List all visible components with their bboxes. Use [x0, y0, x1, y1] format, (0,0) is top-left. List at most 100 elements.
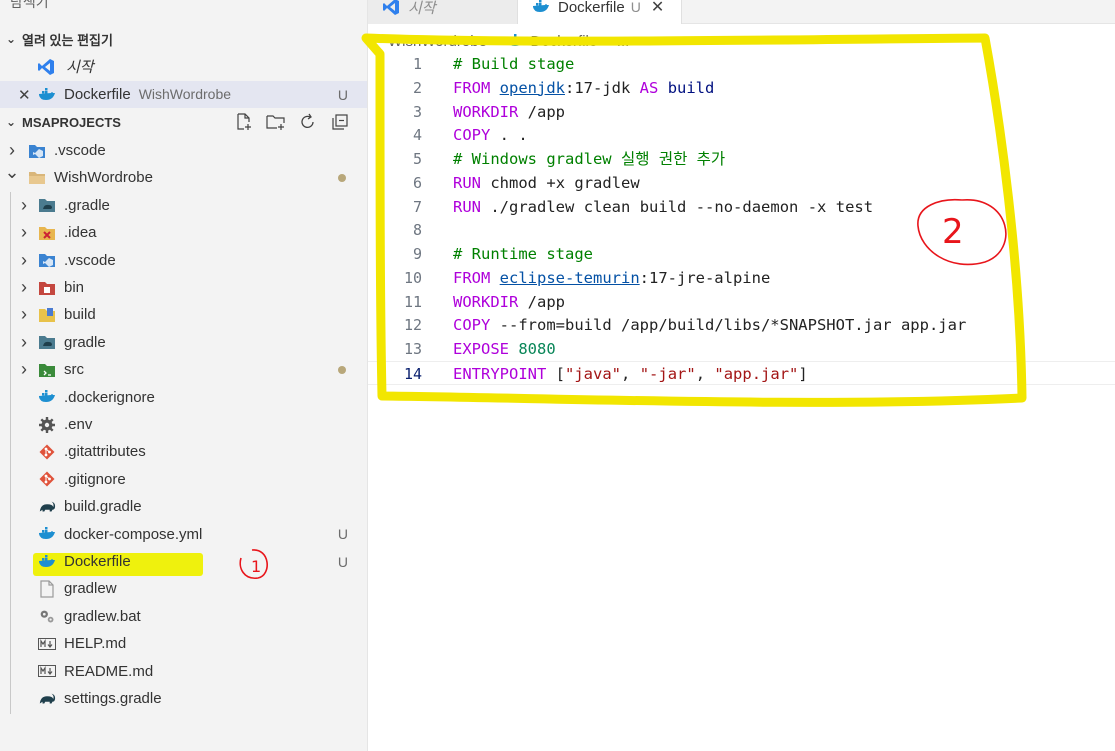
open-editor-item-dockerfile[interactable]: ✕ Dockerfile WishWordrobe U: [0, 81, 367, 108]
tree-item[interactable]: .dockerignore: [0, 384, 367, 411]
line-number: 9: [412, 245, 422, 263]
code-line[interactable]: 10 FROM eclipse-temurin:17-jre-alpine: [368, 266, 1115, 290]
docker-icon: [38, 86, 56, 104]
code-line[interactable]: 7 RUN ./gradlew clean build --no-daemon -…: [368, 195, 1115, 219]
gradle-icon: [38, 498, 56, 516]
chevron-right-icon[interactable]: ›: [16, 359, 32, 380]
tree-item[interactable]: › .vscode: [0, 137, 367, 164]
tree-item[interactable]: settings.gradle: [0, 685, 367, 712]
chevron-down-icon: ⌄: [5, 32, 17, 46]
code-text: EXPOSE 8080: [453, 340, 556, 358]
vscode-icon: [382, 0, 400, 16]
code-line[interactable]: 9 # Runtime stage: [368, 242, 1115, 266]
tree-item[interactable]: .gitignore: [0, 466, 367, 493]
bin-folder-icon: [38, 279, 56, 297]
project-header[interactable]: ⌄ MSAPROJECTS: [0, 109, 367, 135]
tree-item[interactable]: gradlew: [0, 575, 367, 602]
close-icon[interactable]: ✕: [651, 0, 664, 17]
open-editors-header[interactable]: ⌄ 열려 있는 편집기: [0, 26, 367, 52]
line-number: 2: [412, 78, 422, 97]
breadcrumb-symbols[interactable]: ...: [617, 33, 630, 50]
chevron-right-icon[interactable]: ›: [16, 222, 32, 243]
explorer-sidebar: 탐색기 ··· ⌄ 열려 있는 편집기 시작 ✕ Dockerfile WishW…: [0, 0, 368, 751]
code-line[interactable]: 14 ENTRYPOINT ["java", "-jar", "app.jar"]: [368, 360, 1115, 385]
gradle-folder-icon: [38, 196, 56, 214]
chevron-right-icon: >: [492, 33, 501, 49]
open-editors-title: 열려 있는 편집기: [22, 32, 113, 48]
open-editor-item-start[interactable]: 시작: [0, 53, 367, 80]
new-file-icon[interactable]: [234, 112, 254, 132]
line-number: 14: [403, 364, 422, 383]
code-line[interactable]: 1 # Build stage: [368, 52, 1115, 76]
tree-item[interactable]: › .gradle: [0, 192, 367, 219]
tree-item-label: .vscode: [64, 251, 116, 269]
code-text: WORKDIR /app: [453, 292, 565, 311]
tree-item-label: .gitattributes: [64, 443, 146, 461]
chevron-right-icon[interactable]: ›: [16, 304, 32, 325]
code-text: WORKDIR /app: [453, 102, 565, 121]
code-line[interactable]: 2 FROM openjdk:17-jdk AS build: [368, 76, 1115, 100]
tree-item[interactable]: › .idea: [0, 219, 367, 246]
chevron-right-icon[interactable]: ›: [16, 250, 32, 271]
tree-item-label: settings.gradle: [64, 690, 162, 707]
tree-item[interactable]: build.gradle: [0, 493, 367, 520]
vscode-folder-icon: [38, 251, 56, 269]
breadcrumb-folder[interactable]: WishWordrobe: [388, 33, 487, 50]
code-line[interactable]: 8: [368, 218, 1115, 242]
line-number: 10: [403, 268, 422, 287]
code-line[interactable]: 11 WORKDIR /app: [368, 290, 1115, 314]
chevron-right-icon[interactable]: ›: [4, 140, 20, 161]
breadcrumb-file[interactable]: Dockerfile: [531, 33, 598, 50]
tree-item[interactable]: ⌄ WishWordrobe: [0, 162, 367, 191]
code-text: # Build stage: [453, 55, 575, 73]
tree-item-label: Dockerfile: [64, 553, 131, 570]
tree-item[interactable]: › gradle: [0, 329, 367, 356]
code-line[interactable]: 5 # Windows gradlew 실행 권한 추가: [368, 147, 1115, 171]
tree-item[interactable]: HELP.md: [0, 630, 367, 657]
git-icon: [38, 443, 56, 461]
tree-item-label: .gitignore: [64, 470, 126, 488]
tree-item[interactable]: › .vscode: [0, 247, 367, 274]
chevron-right-icon[interactable]: ›: [16, 277, 32, 298]
close-icon[interactable]: ✕: [18, 86, 31, 104]
tree-item[interactable]: README.md: [0, 658, 367, 685]
chevron-down-icon[interactable]: ⌄: [4, 162, 20, 183]
tree-item[interactable]: .env: [0, 411, 367, 438]
code-line[interactable]: 3 WORKDIR /app: [368, 100, 1115, 124]
tree-item-label: README.md: [64, 662, 154, 680]
tree-item-label: gradlew.bat: [64, 607, 141, 625]
line-number: 13: [403, 340, 422, 358]
tree-item[interactable]: gradlew.bat: [0, 603, 367, 630]
tree-item[interactable]: docker-compose.yml U: [0, 521, 367, 548]
tab-start[interactable]: 시작: [368, 0, 518, 24]
code-line[interactable]: 4 COPY . .: [368, 123, 1115, 147]
chevron-right-icon[interactable]: ›: [16, 332, 32, 353]
code-editor[interactable]: 1 # Build stage 2 FROM openjdk:17-jdk AS bu…: [368, 52, 1115, 751]
tree-item[interactable]: .gitattributes: [0, 438, 367, 465]
file-name: Dockerfile: [64, 86, 131, 103]
code-text: COPY . .: [453, 126, 528, 145]
code-text: FROM eclipse-temurin:17-jre-alpine: [453, 268, 771, 287]
code-line[interactable]: 13 EXPOSE 8080: [368, 337, 1115, 361]
code-text: # Runtime stage: [453, 245, 593, 263]
code-line[interactable]: 12 COPY --from=build /app/build/libs/*SNA…: [368, 313, 1115, 337]
open-editor-label: Dockerfile WishWordrobe: [64, 86, 231, 103]
chevron-right-icon[interactable]: ›: [16, 195, 32, 216]
collapse-all-icon[interactable]: [330, 112, 350, 132]
new-folder-icon[interactable]: [266, 112, 286, 132]
tree-item[interactable]: › build: [0, 301, 367, 328]
line-number: 4: [412, 126, 422, 145]
refresh-icon[interactable]: [298, 112, 318, 132]
tree-item-label: src: [64, 361, 84, 379]
more-actions-icon[interactable]: ···: [329, 0, 348, 8]
code-line[interactable]: 6 RUN chmod +x gradlew: [368, 171, 1115, 195]
tree-item[interactable]: › bin: [0, 274, 367, 301]
tab-dockerfile[interactable]: Dockerfile U ✕: [518, 0, 682, 24]
line-number: 12: [403, 316, 422, 335]
tree-item[interactable]: Dockerfile U: [0, 548, 367, 575]
explorer-toolbar: [234, 109, 350, 135]
tree-item[interactable]: › src: [0, 356, 367, 383]
tree-item-label: gradle: [64, 333, 106, 351]
tree-item-label: build: [64, 306, 96, 324]
idea-folder-icon: [38, 224, 56, 242]
